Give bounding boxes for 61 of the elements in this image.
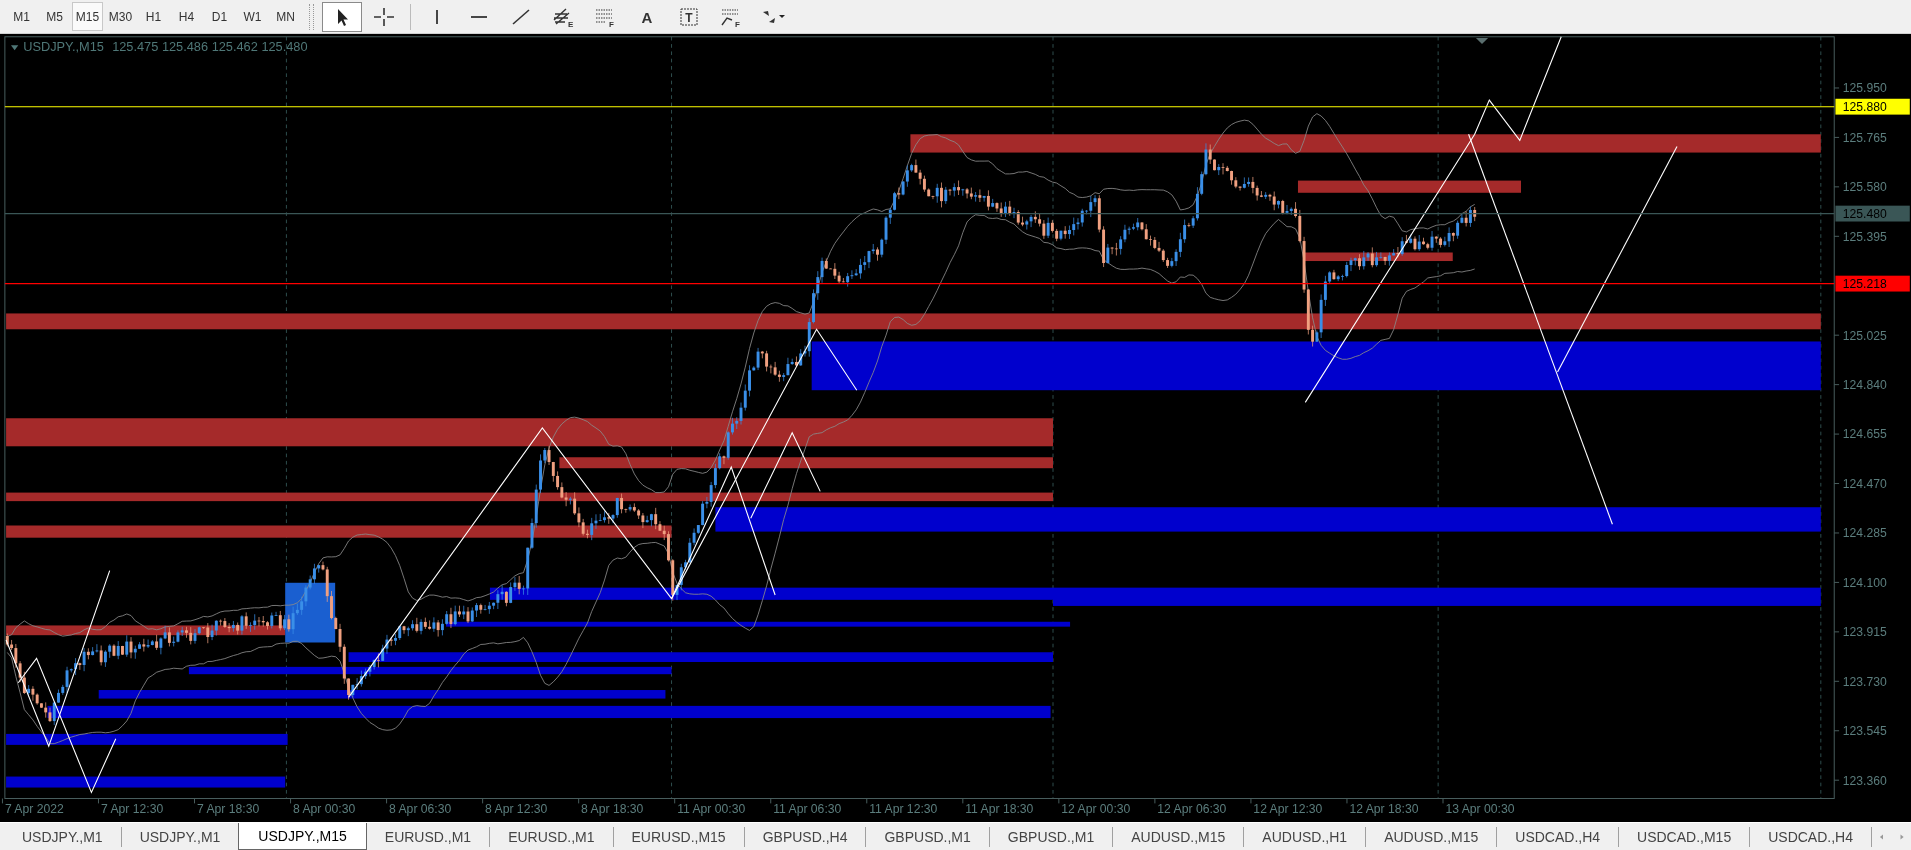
chart-tab[interactable]: EURUSD.,M15 [613, 827, 745, 847]
text-tool-button[interactable]: A [627, 1, 667, 32]
chart-tab[interactable]: USDCAD.,H4 [1750, 827, 1872, 847]
time-label: 7 Apr 12:30 [100, 802, 164, 817]
chart-tab[interactable]: GBPUSD.,H4 [744, 827, 867, 847]
price-label: 125.025 [1842, 328, 1887, 343]
price-label: 123.545 [1842, 724, 1887, 739]
chart-tab[interactable]: EURUSD.,M1 [490, 827, 614, 847]
chart-tab[interactable]: GBPUSD.,M1 [989, 827, 1114, 847]
timeframe-button[interactable]: H4 [171, 2, 202, 31]
time-label: 11 Apr 18:30 [965, 802, 1034, 817]
price-label: 123.360 [1842, 773, 1887, 788]
chart-tab[interactable]: EURUSD.,M1 [366, 827, 491, 847]
chart-tab[interactable]: AUDUSD.,M15 [1113, 827, 1245, 847]
chart-tab[interactable]: USDCAD.,H4 [1497, 827, 1620, 847]
price-label: 123.730 [1842, 674, 1887, 689]
price-label: 124.470 [1842, 476, 1887, 491]
timeframe-button[interactable]: MN [270, 2, 301, 31]
chart-tab[interactable]: GBPUSD.,M1 [866, 827, 990, 847]
chart-tab[interactable]: USDJPY.,M15 [238, 823, 367, 850]
time-label: 12 Apr 06:30 [1157, 802, 1227, 817]
timeframe-button[interactable]: M5 [39, 2, 70, 31]
chart-tab[interactable]: USDCAD.,M15 [1619, 827, 1751, 847]
time-label: 8 Apr 12:30 [485, 802, 548, 817]
timeframe-button[interactable]: W1 [237, 2, 268, 31]
line-tool-button[interactable]: F [711, 1, 751, 32]
time-label: 8 Apr 00:30 [293, 802, 356, 817]
price-label: 125.950 [1842, 81, 1887, 96]
timeframe-button[interactable]: M30 [105, 2, 136, 31]
time-label: 7 Apr 18:30 [196, 802, 260, 817]
text-icon: A [634, 5, 660, 28]
line-tool-button[interactable]: E [543, 1, 583, 32]
text-tool-button[interactable]: T [669, 1, 709, 32]
price-label: 124.100 [1842, 575, 1887, 590]
price-label: 124.285 [1842, 526, 1887, 541]
price-label: 125.580 [1842, 180, 1887, 195]
timeframe-button[interactable]: D1 [204, 2, 235, 31]
time-label: 12 Apr 18:30 [1349, 802, 1419, 817]
time-label: 12 Apr 00:30 [1061, 802, 1131, 817]
time-label: 12 Apr 12:30 [1253, 802, 1323, 817]
chart-tab[interactable]: AUDUSD.,H1 [1244, 827, 1367, 847]
timeframe-button[interactable]: H1 [138, 2, 169, 31]
time-label: 11 Apr 06:30 [773, 802, 842, 817]
price-label: 123.915 [1842, 625, 1887, 640]
chart-tab[interactable]: USDJPY.,M1 [4, 827, 122, 847]
time-label: 13 Apr 00:30 [1445, 802, 1515, 817]
time-label: 11 Apr 12:30 [869, 802, 938, 817]
time-label: 8 Apr 18:30 [581, 802, 644, 817]
timeframe-button[interactable]: M1 [6, 2, 37, 31]
price-label: 125.395 [1842, 229, 1887, 244]
quote-label: 125.475 125.486 125.462 125.480 [112, 39, 308, 55]
symbol-label: USDJPY.,M15 [23, 39, 104, 55]
time-label: 8 Apr 06:30 [389, 802, 452, 817]
chart-tab[interactable]: AUDUSD.,M15 [1366, 827, 1498, 847]
price-label: 125.765 [1842, 130, 1887, 145]
time-label: 11 Apr 00:30 [677, 802, 746, 817]
price-label: 124.840 [1842, 378, 1887, 393]
timeframe-button[interactable]: M15 [72, 2, 103, 31]
line-tool-button[interactable]: F [585, 1, 625, 32]
price-label: 124.655 [1842, 427, 1887, 442]
time-label: 7 Apr 2022 [4, 802, 64, 817]
